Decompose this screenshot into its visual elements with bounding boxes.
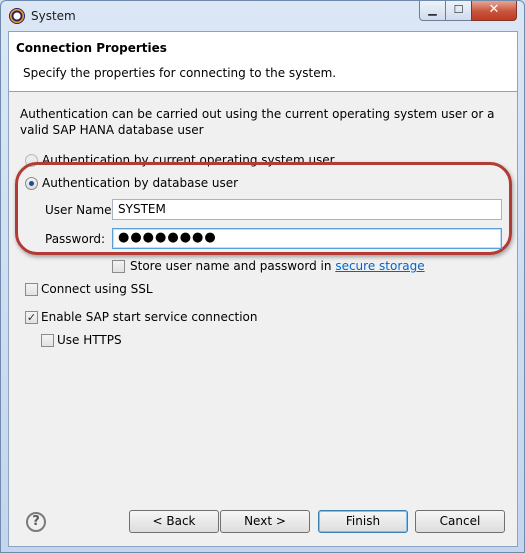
password-field[interactable]: ●●●●●●●● xyxy=(112,228,502,249)
store-credentials-text: Store user name and password in xyxy=(130,259,332,273)
username-field[interactable]: SYSTEM xyxy=(112,199,502,220)
username-label: User Name: xyxy=(45,203,116,217)
close-button[interactable]: ✕ xyxy=(471,1,517,21)
ssl-label[interactable]: Connect using SSL xyxy=(41,282,153,296)
back-button[interactable]: < Back xyxy=(129,510,219,533)
window-title: System xyxy=(31,9,76,23)
dialog-window: System ▁ ☐ ✕ Connection Properties Speci… xyxy=(0,0,525,553)
sap-start-checkbox[interactable]: ✓ xyxy=(25,311,38,324)
radio-db-user-label[interactable]: Authentication by database user xyxy=(42,176,238,190)
wizard-header: Connection Properties Specify the proper… xyxy=(9,32,517,92)
auth-description: Authentication can be carried out using … xyxy=(20,107,495,137)
cancel-button[interactable]: Cancel xyxy=(415,510,505,533)
radio-db-user[interactable] xyxy=(25,177,38,190)
title-bar[interactable]: System ▁ ☐ ✕ xyxy=(1,1,524,31)
maximize-button[interactable]: ☐ xyxy=(445,1,472,21)
page-title: Connection Properties xyxy=(16,41,167,55)
minimize-button[interactable]: ▁ xyxy=(419,1,446,21)
eclipse-app-icon xyxy=(9,8,25,24)
store-credentials-checkbox[interactable] xyxy=(112,260,125,273)
https-label[interactable]: Use HTTPS xyxy=(57,333,122,347)
finish-button[interactable]: Finish xyxy=(318,510,408,533)
ssl-checkbox[interactable] xyxy=(25,283,38,296)
secure-storage-link[interactable]: secure storage xyxy=(335,259,424,273)
dialog-client-area: Connection Properties Specify the proper… xyxy=(8,31,518,547)
store-credentials-label: Store user name and password in secure s… xyxy=(130,259,425,273)
sap-start-label[interactable]: Enable SAP start service connection xyxy=(41,310,257,324)
help-icon[interactable]: ? xyxy=(26,512,46,532)
checkmark-icon: ✓ xyxy=(26,311,37,324)
next-button[interactable]: Next > xyxy=(220,510,310,533)
https-checkbox[interactable] xyxy=(41,334,54,347)
page-description: Specify the properties for connecting to… xyxy=(23,66,337,80)
password-label: Password: xyxy=(45,232,106,246)
